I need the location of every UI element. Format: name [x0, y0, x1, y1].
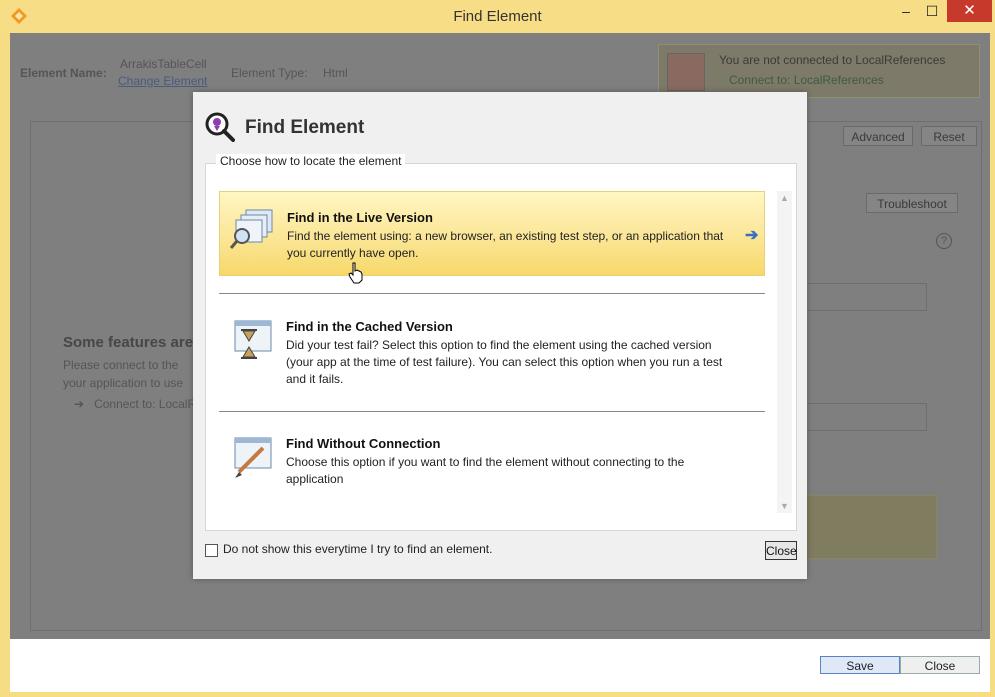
option-noconnection-description: Choose this option if you want to find t… [286, 455, 685, 486]
advanced-button[interactable]: Advanced [843, 126, 913, 146]
option-cached-title: Find in the Cached Version [286, 319, 453, 334]
option-cached-version[interactable]: Find in the Cached Version Did your test… [219, 309, 765, 409]
browser-windows-magnifier-icon [230, 209, 273, 249]
option-cached-description: Did your test fail? Select this option t… [286, 338, 723, 386]
footer-bar: Save Close [10, 639, 990, 692]
dont-show-checkbox[interactable] [205, 544, 218, 557]
dialog-title: Find Element [245, 117, 365, 138]
element-type-value: Html [323, 66, 348, 80]
connection-status-target: LocalReferences [855, 53, 946, 67]
troubleshoot-button[interactable]: Troubleshoot [866, 193, 958, 213]
features-text-line2: your application to use [63, 376, 184, 390]
reset-button[interactable]: Reset [921, 126, 977, 146]
option-separator [219, 411, 765, 412]
title-bar[interactable]: Find Element – ☐ ✕ [0, 0, 995, 33]
option-separator [219, 293, 765, 294]
window-close-button[interactable]: ✕ [947, 0, 992, 22]
element-name-label: Element Name: [20, 66, 107, 80]
help-icon[interactable]: ? [936, 233, 952, 249]
features-text-line1: Please connect to the [63, 358, 179, 372]
option-live-title: Find in the Live Version [287, 210, 433, 225]
dont-show-label: Do not show this everytime I try to find… [223, 542, 493, 556]
maximize-button[interactable]: ☐ [918, 0, 946, 22]
highlight-box [785, 495, 937, 559]
features-connect-link[interactable]: ➔ Connect to: LocalR [74, 397, 196, 411]
magnifier-icon [205, 112, 235, 142]
save-button[interactable]: Save [820, 656, 900, 674]
option-without-connection[interactable]: Find Without Connection Choose this opti… [219, 426, 765, 516]
dialog-close-button[interactable]: Close [765, 541, 797, 560]
window-title: Find Element [453, 8, 542, 25]
element-type-label: Element Type: [231, 66, 308, 80]
connection-status-box: You are not connected to LocalReferences… [658, 44, 980, 98]
scroll-down-icon[interactable]: ▼ [780, 501, 789, 511]
scroll-up-icon[interactable]: ▲ [780, 193, 789, 203]
footer-close-button[interactable]: Close [900, 656, 980, 674]
field-box [790, 283, 927, 311]
minimize-button[interactable]: – [892, 0, 920, 22]
window-pen-icon [234, 437, 272, 478]
change-element-link[interactable]: Change Element [118, 74, 207, 88]
find-element-dialog: Find Element Choose how to locate the el… [193, 92, 807, 579]
option-live-description: Find the element using: a new browser, a… [287, 229, 724, 260]
hand-cursor-icon [348, 262, 363, 284]
disconnected-icon [667, 53, 705, 91]
connection-status-prefix: You are not connected to [719, 53, 856, 67]
option-live-version[interactable]: Find in the Live Version Find the elemen… [219, 191, 765, 284]
connect-link[interactable]: Connect to: LocalReferences [729, 73, 884, 87]
group-label: Choose how to locate the element [216, 154, 406, 168]
features-heading: Some features are [63, 334, 194, 351]
options-scrollbar[interactable]: ▲ ▼ [777, 191, 792, 513]
element-name-value: ArrakisTableCell [120, 57, 207, 71]
field-box [790, 403, 927, 431]
option-noconnection-title: Find Without Connection [286, 436, 441, 451]
hourglass-window-icon [234, 320, 272, 359]
locate-options-group: Choose how to locate the element Find in… [205, 154, 797, 531]
arrow-right-icon: ➔ [745, 227, 759, 244]
